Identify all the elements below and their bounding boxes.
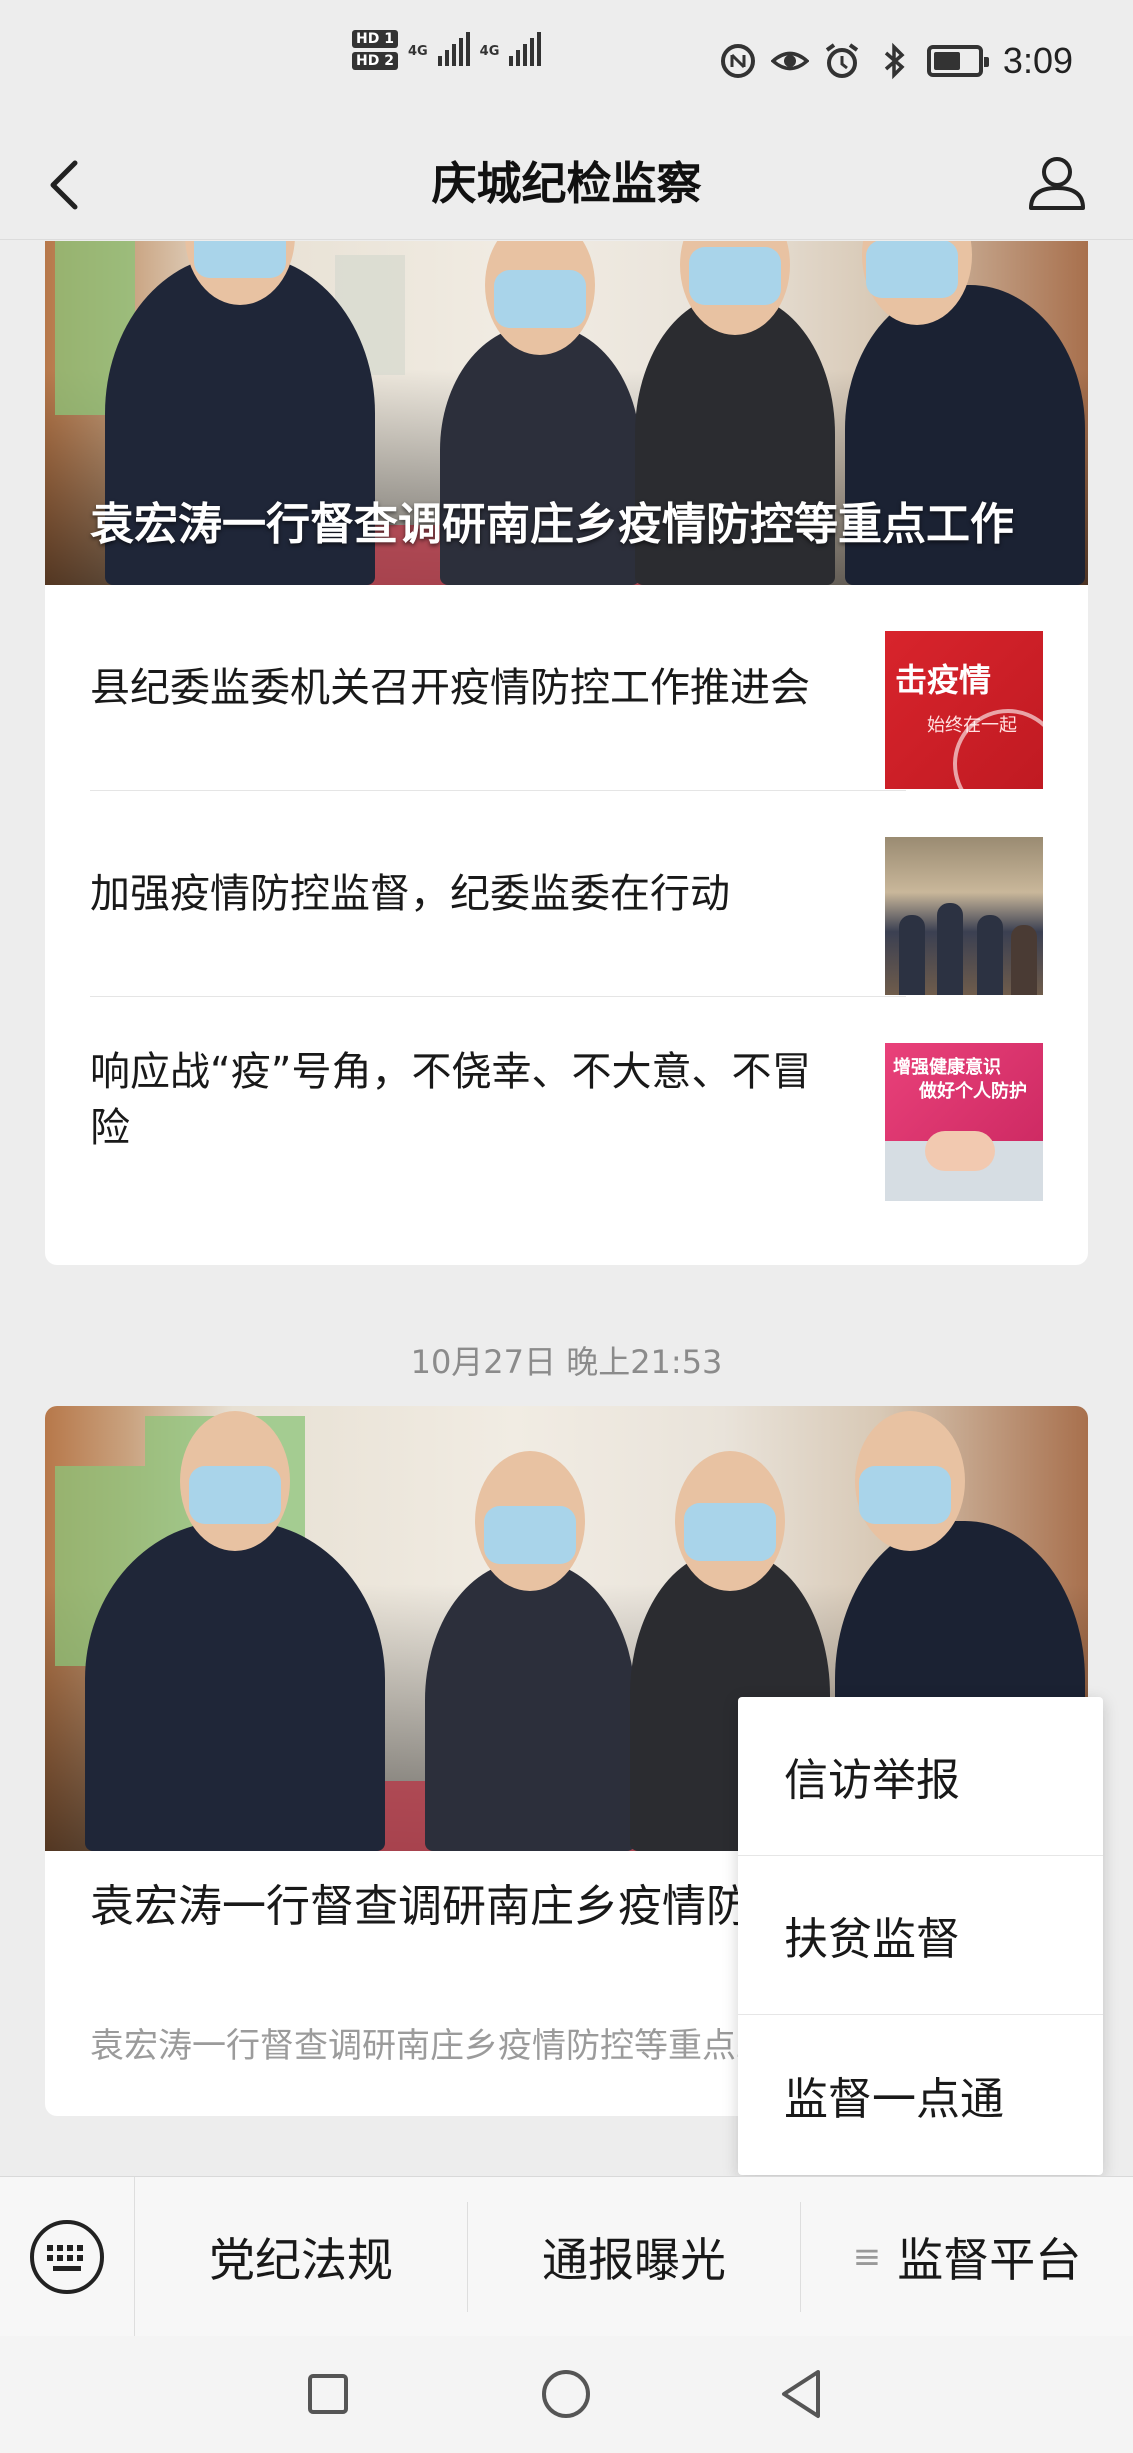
- battery-icon: [926, 45, 989, 77]
- thumbnail-figure: [937, 903, 963, 995]
- thumbnail-subtext: 做好个人防护: [919, 1081, 1027, 1102]
- alarm-icon: [825, 43, 859, 78]
- article-thumbnail: [885, 837, 1043, 995]
- eye-icon: [770, 51, 809, 71]
- menu-tab-party-regulations[interactable]: 党纪法规: [135, 2201, 468, 2312]
- signal-group: HD 1 HD 2 4G 4G: [352, 30, 542, 70]
- article-title: 加强疫情防控监督，纪委监委在行动: [90, 870, 730, 917]
- menu-tab-supervision-platform[interactable]: ≡ 监督平台: [801, 2202, 1133, 2312]
- thumbnail-text: 击疫情: [895, 661, 992, 699]
- sim1-badge: HD 1: [352, 30, 398, 48]
- status-bar: HD 1 HD 2 4G 4G 3:09: [0, 0, 1133, 128]
- hero-article[interactable]: 袁宏涛一行督查调研南庄乡疫情防控等重点工作: [45, 241, 1088, 585]
- thumbnail-figure: [1011, 925, 1037, 995]
- article-group-card: 袁宏涛一行督查调研南庄乡疫情防控等重点工作 县纪委监委机关召开疫情防控工作推进会…: [45, 241, 1088, 1265]
- article-item[interactable]: 县纪委监委机关召开疫情防控工作推进会 击疫情 始终在一起: [90, 585, 1088, 791]
- page-title: 庆城纪检监察: [431, 157, 702, 210]
- submenu-item-complaint-report[interactable]: 信访举报: [738, 1697, 1103, 1856]
- submenu-item-poverty-supervision[interactable]: 扶贫监督: [738, 1856, 1103, 2015]
- recent-apps-icon: [308, 2374, 348, 2414]
- home-icon: [542, 2370, 590, 2418]
- person-icon: [1029, 157, 1085, 210]
- bluetooth-icon: [884, 42, 905, 80]
- home-button[interactable]: [530, 2358, 602, 2430]
- menu-tab-label: 党纪法规: [209, 2232, 393, 2287]
- message-timestamp: 10月27日 晚上21:53: [410, 1343, 723, 1381]
- back-button[interactable]: [30, 150, 100, 220]
- signal-bars-icon: [437, 30, 470, 66]
- nav-back-button[interactable]: [766, 2358, 838, 2430]
- article-item[interactable]: 响应战“疫”号角，不侥幸、不大意、不冒险 增强健康意识 做好个人防护: [90, 997, 1088, 1202]
- network1-label: 4G: [407, 44, 428, 59]
- nfc-icon: [720, 44, 755, 78]
- keyboard-icon: [30, 2219, 104, 2294]
- title-bar: 庆城纪检监察: [0, 128, 1133, 240]
- chevron-left-icon: [50, 160, 78, 210]
- submenu-popup: 信访举报 扶贫监督 监督一点通: [738, 1697, 1103, 2175]
- article-thumbnail: 击疫情 始终在一起: [885, 631, 1043, 789]
- menu-tab-label: 监督平台: [897, 2232, 1082, 2287]
- thumbnail-text: 增强健康意识: [893, 1057, 1001, 1078]
- thumbnail-figure: [977, 915, 1003, 995]
- article-item[interactable]: 加强疫情防控监督，纪委监委在行动: [90, 791, 1088, 997]
- signal-bars-icon: [509, 30, 542, 66]
- menu-tab-exposure[interactable]: 通报曝光: [468, 2201, 801, 2312]
- system-nav-bar: [0, 2336, 1133, 2453]
- status-icons: 3:09: [719, 40, 1073, 82]
- hero-article-title: 袁宏涛一行督查调研南庄乡疫情防控等重点工作: [90, 499, 1014, 550]
- person-figure: [425, 1451, 635, 1851]
- thumbnail-figure: [899, 915, 925, 995]
- menu-tab-label: 通报曝光: [542, 2232, 726, 2287]
- submenu-item-supervision-portal[interactable]: 监督一点通: [738, 2015, 1103, 2174]
- article-thumbnail: 增强健康意识 做好个人防护: [885, 1043, 1043, 1201]
- back-icon: [782, 2370, 820, 2418]
- network2-label: 4G: [479, 44, 500, 59]
- person-figure: [85, 1411, 385, 1851]
- profile-button[interactable]: [1021, 146, 1093, 218]
- sim2-badge: HD 2: [352, 52, 398, 70]
- status-time: 3:09: [1002, 40, 1073, 81]
- article-title: 响应战“疫”号角，不侥幸、不大意、不冒险: [90, 1048, 812, 1151]
- keyboard-toggle-button[interactable]: [0, 2176, 135, 2337]
- recent-apps-button[interactable]: [292, 2358, 364, 2430]
- submenu-indicator-icon: ≡: [852, 2236, 882, 2277]
- article-title: 县纪委监委机关召开疫情防控工作推进会: [90, 664, 810, 711]
- bottom-menu: 党纪法规 通报曝光 ≡ 监督平台: [0, 2176, 1133, 2337]
- thumbnail-hand: [925, 1131, 995, 1171]
